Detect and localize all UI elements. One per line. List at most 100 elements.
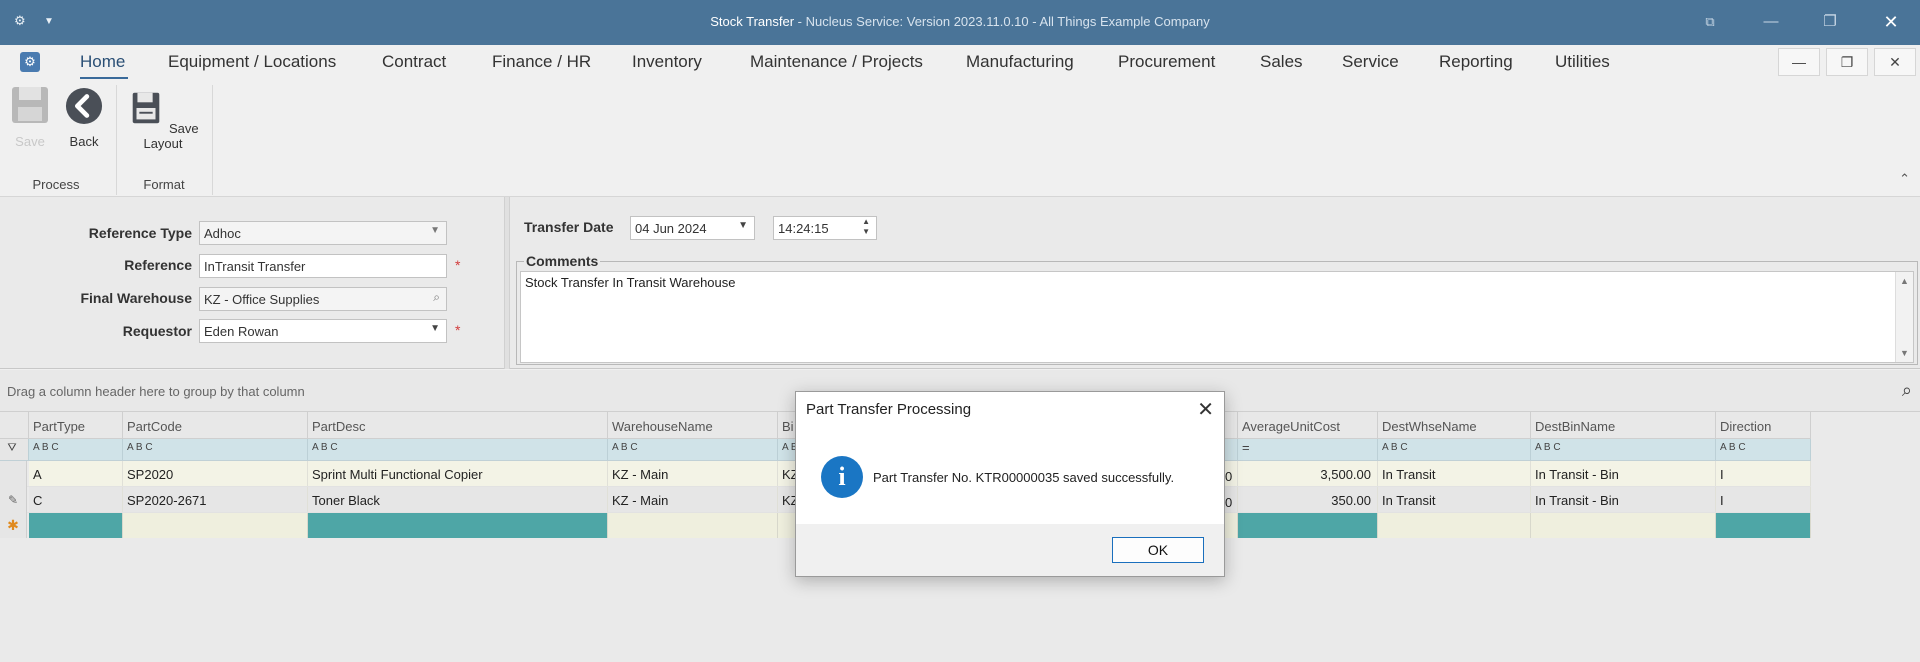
comments-scrollbar[interactable]: ▲ ▼: [1895, 272, 1913, 362]
new-cell-parttype[interactable]: [29, 513, 123, 538]
mdi-restore-button[interactable]: ❐: [1826, 48, 1868, 76]
new-cell-warehousename[interactable]: [608, 513, 778, 538]
new-cell-partdesc[interactable]: [308, 513, 608, 538]
new-cell-partcode[interactable]: [123, 513, 308, 538]
back-button[interactable]: Back: [64, 87, 104, 149]
reference-field[interactable]: InTransit Transfer: [199, 254, 447, 278]
chevron-down-icon[interactable]: ▼: [430, 323, 440, 334]
reference-type-field[interactable]: Adhoc ▼: [199, 221, 447, 245]
filter-icon[interactable]: ⛛: [0, 439, 29, 460]
requestor-field[interactable]: Eden Rowan ▼: [199, 319, 447, 343]
final-warehouse-value: KZ - Office Supplies: [204, 292, 320, 307]
ribbon-collapse-icon[interactable]: ⌃: [1899, 171, 1910, 187]
menu-home[interactable]: Home: [80, 52, 125, 72]
menu-service[interactable]: Service: [1342, 52, 1399, 72]
comments-value: Stock Transfer In Transit Warehouse: [525, 275, 736, 290]
ok-button[interactable]: OK: [1112, 537, 1204, 563]
transfer-date-value: 04 Jun 2024: [635, 221, 707, 236]
window-title-main: Stock Transfer: [710, 14, 795, 29]
save-label: Save: [15, 134, 45, 149]
filter-cell-warehousename[interactable]: A B C: [608, 439, 778, 460]
required-indicator: *: [455, 322, 461, 338]
time-spin-icon[interactable]: ▲ ▼: [862, 217, 870, 237]
search-icon[interactable]: ⌕: [433, 290, 440, 305]
cell-averageunitcost[interactable]: 3,500.00: [1238, 461, 1378, 486]
cell-direction[interactable]: I: [1716, 461, 1811, 486]
chevron-down-icon[interactable]: ▼: [738, 220, 748, 231]
maximize-window-button[interactable]: ❐: [1815, 10, 1845, 34]
menu-finance-hr[interactable]: Finance / HR: [492, 52, 591, 72]
restore-layout-icon[interactable]: ⧉: [1695, 10, 1725, 34]
edit-pencil-icon: ✎: [0, 487, 27, 513]
scroll-down-icon[interactable]: ▼: [1900, 348, 1909, 358]
menu-manufacturing[interactable]: Manufacturing: [966, 52, 1074, 72]
cell-partdesc[interactable]: Toner Black: [308, 487, 608, 512]
scroll-up-icon[interactable]: ▲: [1900, 276, 1909, 286]
window-title: Stock Transfer - Nucleus Service: Versio…: [0, 14, 1920, 29]
minimize-window-button[interactable]: —: [1756, 10, 1786, 34]
column-header-partdesc[interactable]: PartDesc: [308, 412, 608, 438]
mdi-close-button[interactable]: ✕: [1874, 48, 1916, 76]
menu-inventory[interactable]: Inventory: [632, 52, 702, 72]
filter-cell-parttype[interactable]: A B C: [29, 439, 123, 460]
menu-maintenance-projects[interactable]: Maintenance / Projects: [750, 52, 923, 72]
column-header-direction[interactable]: Direction: [1716, 412, 1811, 438]
menu-equipment-locations[interactable]: Equipment / Locations: [168, 52, 336, 72]
menu-contract[interactable]: Contract: [382, 52, 446, 72]
cell-partcode[interactable]: SP2020: [123, 461, 308, 486]
new-cell-direction[interactable]: [1716, 513, 1811, 538]
reference-value: InTransit Transfer: [204, 259, 306, 274]
cell-parttype[interactable]: A: [29, 461, 123, 486]
dialog-close-button[interactable]: ✕: [1197, 397, 1214, 422]
filter-cell-direction[interactable]: A B C: [1716, 439, 1811, 460]
column-header-destbinname[interactable]: DestBinName: [1531, 412, 1716, 438]
filter-cell-destbinname[interactable]: A B C: [1531, 439, 1716, 460]
close-window-button[interactable]: ✕: [1876, 10, 1906, 34]
column-header-warehousename[interactable]: WarehouseName: [608, 412, 778, 438]
column-header-parttype[interactable]: PartType: [29, 412, 123, 438]
mdi-minimize-button[interactable]: —: [1778, 48, 1820, 76]
cell-partcode[interactable]: SP2020-2671: [123, 487, 308, 512]
column-header-averageunitcost[interactable]: AverageUnitCost: [1238, 412, 1378, 438]
filter-cell-partdesc[interactable]: A B C: [308, 439, 608, 460]
row-indicator-header: [0, 412, 29, 438]
ribbon-group-format: Format: [143, 177, 185, 192]
cell-partdesc[interactable]: Sprint Multi Functional Copier: [308, 461, 608, 486]
menu-sales[interactable]: Sales: [1260, 52, 1303, 72]
comments-textarea[interactable]: Stock Transfer In Transit Warehouse ▲ ▼: [520, 271, 1914, 363]
menu-reporting[interactable]: Reporting: [1439, 52, 1513, 72]
column-header-destwhsename[interactable]: DestWhseName: [1378, 412, 1531, 438]
final-warehouse-field[interactable]: KZ - Office Supplies ⌕: [199, 287, 447, 311]
cell-destbinname[interactable]: In Transit - Bin: [1531, 461, 1716, 486]
new-cell-destbinname[interactable]: [1531, 513, 1716, 538]
column-header-partcode[interactable]: PartCode: [123, 412, 308, 438]
cell-destwhsename[interactable]: In Transit: [1378, 487, 1531, 512]
reference-type-value: Adhoc: [204, 226, 241, 241]
chevron-down-icon: ▼: [430, 225, 440, 236]
search-icon[interactable]: ⌕: [1902, 380, 1912, 401]
save-layout-button[interactable]: Save Layout: [124, 89, 202, 151]
transfer-time-field[interactable]: 14:24:15 ▲ ▼: [773, 216, 877, 240]
save-button[interactable]: Save: [10, 85, 50, 149]
new-cell-averageunitcost[interactable]: [1238, 513, 1378, 538]
cell-destbinname[interactable]: In Transit - Bin: [1531, 487, 1716, 512]
new-cell-destwhsename[interactable]: [1378, 513, 1531, 538]
cell-direction[interactable]: I: [1716, 487, 1811, 512]
menu-procurement[interactable]: Procurement: [1118, 52, 1215, 72]
save-layout-icon: [133, 92, 160, 124]
cell-warehousename[interactable]: KZ - Main: [608, 487, 778, 512]
app-gear-icon[interactable]: ⚙: [20, 52, 40, 72]
cell-averageunitcost[interactable]: 350.00: [1238, 487, 1378, 512]
filter-cell-averageunitcost[interactable]: =: [1238, 439, 1378, 460]
menu-utilities[interactable]: Utilities: [1555, 52, 1610, 72]
cell-parttype[interactable]: C: [29, 487, 123, 512]
window-titlebar: ⚙ ▼ Stock Transfer - Nucleus Service: Ve…: [0, 0, 1920, 45]
transfer-date-label: Transfer Date: [524, 219, 614, 235]
transfer-date-field[interactable]: 04 Jun 2024 ▼: [630, 216, 755, 240]
window-title-rest: - Nucleus Service: Version 2023.11.0.10 …: [794, 14, 1210, 29]
cell-destwhsename[interactable]: In Transit: [1378, 461, 1531, 486]
filter-cell-partcode[interactable]: A B C: [123, 439, 308, 460]
comments-label: Comments: [524, 253, 601, 269]
filter-cell-destwhsename[interactable]: A B C: [1378, 439, 1531, 460]
cell-warehousename[interactable]: KZ - Main: [608, 461, 778, 486]
